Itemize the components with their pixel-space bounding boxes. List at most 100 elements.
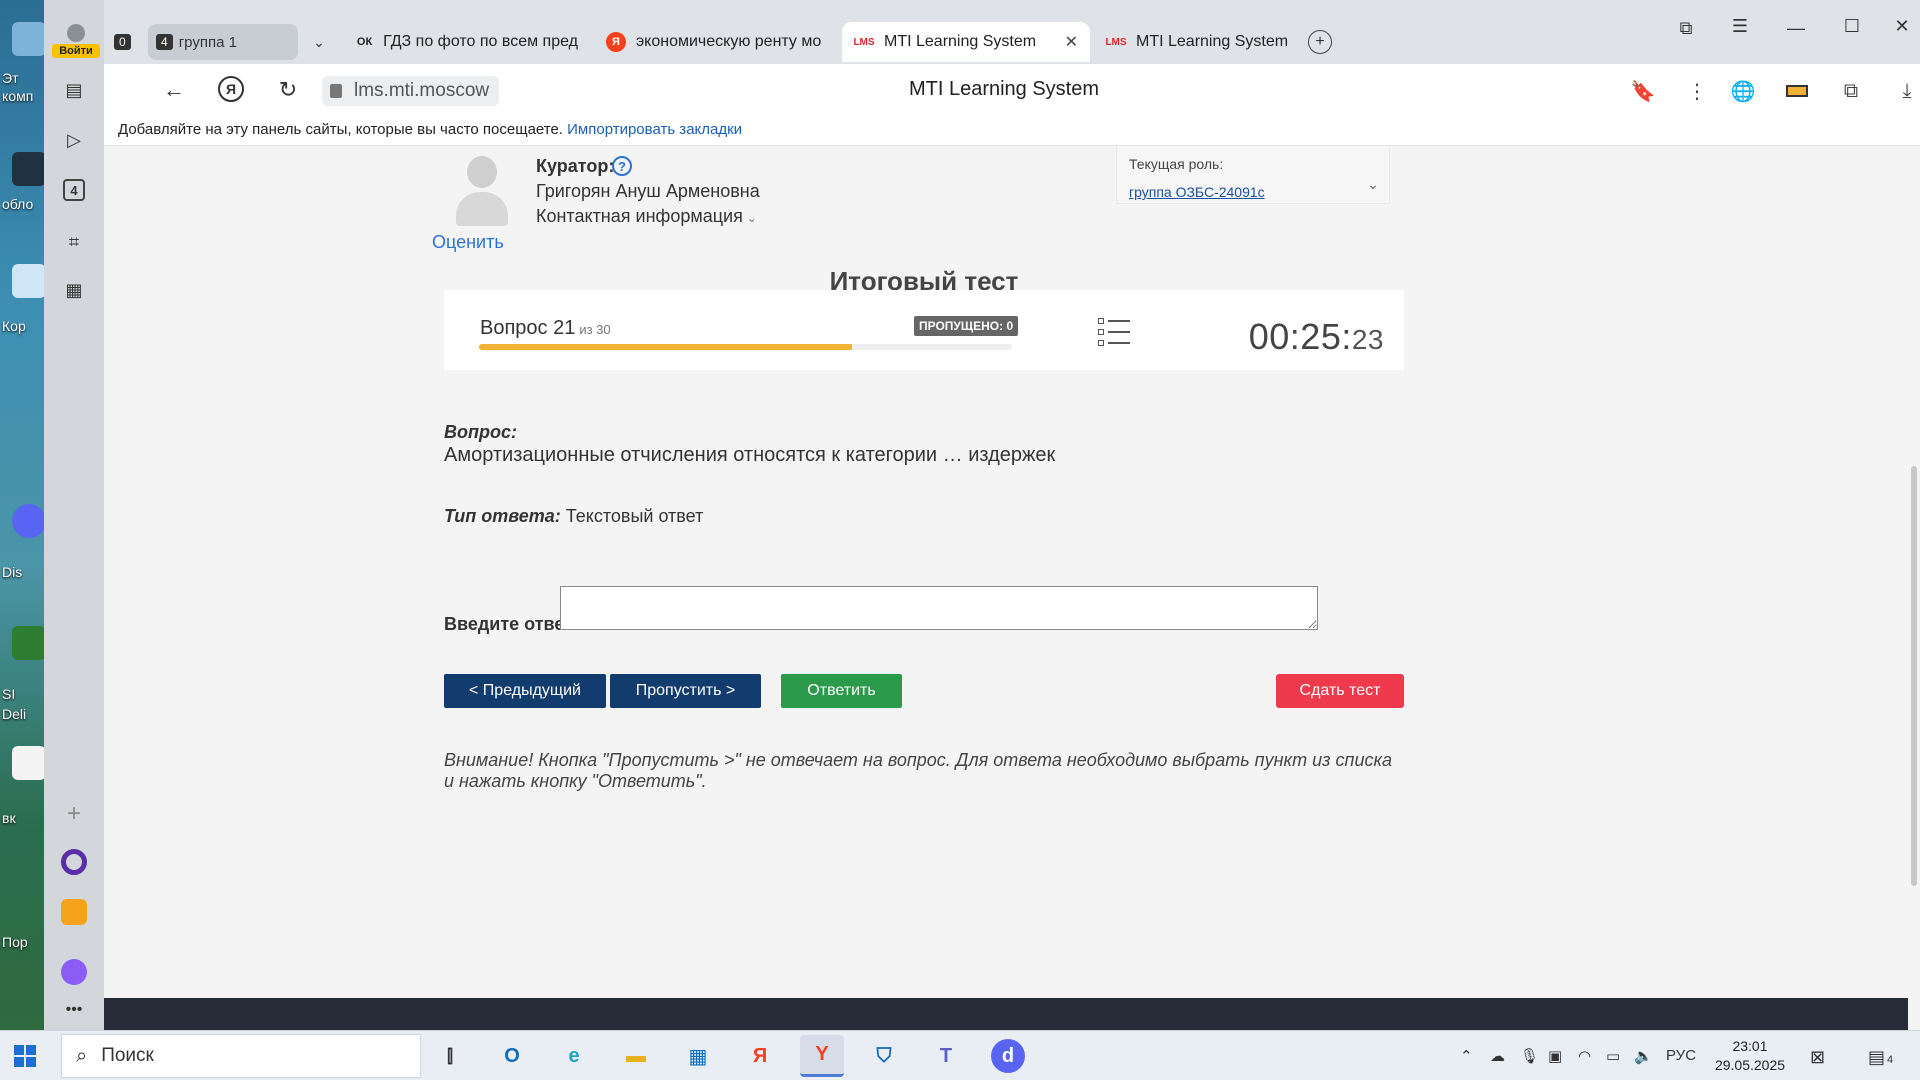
previous-button[interactable]: < Предыдущий	[444, 674, 606, 708]
contact-info-toggle[interactable]: Контактная информация ⌄	[536, 206, 757, 227]
answer-input[interactable]	[560, 586, 1318, 630]
assistant-icon[interactable]	[60, 958, 88, 986]
alice-icon[interactable]	[60, 848, 88, 876]
camera-icon[interactable]: ▣	[1548, 1047, 1562, 1065]
outlook-icon[interactable]: O	[490, 1035, 534, 1077]
login-button[interactable]: Войти	[52, 24, 100, 60]
maximize-icon[interactable]: ☐	[1840, 14, 1864, 38]
kebab-menu-icon[interactable]: ⋮	[1684, 78, 1710, 104]
desktop-label-3: обло	[2, 196, 34, 212]
progress-fill	[479, 344, 853, 350]
role-value[interactable]: группа ОЗБС-24091с	[1129, 184, 1265, 200]
notification-count: 4	[1887, 1054, 1894, 1066]
battery-saver-icon[interactable]	[1784, 78, 1810, 104]
close-tab-icon[interactable]: ✕	[1065, 32, 1078, 52]
teams-icon[interactable]: T	[924, 1035, 968, 1077]
address-bar: ← Я ↻ lms.mti.moscow MTI Learning System…	[104, 64, 1920, 116]
volume-icon[interactable]: 🔈	[1634, 1047, 1653, 1065]
scrollbar[interactable]	[1908, 146, 1920, 1030]
start-tile	[14, 1057, 24, 1067]
answer-type-label: Тип ответа:	[444, 506, 561, 526]
list-dot	[1098, 340, 1104, 346]
translate-globe-icon[interactable]: 🌐	[1730, 78, 1756, 104]
language-indicator[interactable]: РУС	[1666, 1047, 1696, 1064]
submit-test-button[interactable]: Сдать тест	[1276, 674, 1404, 708]
tray-chevron-icon[interactable]: ⌃	[1460, 1047, 1473, 1065]
battery-icon[interactable]: ▭	[1606, 1047, 1620, 1065]
extensions-icon[interactable]: ⧉	[1838, 78, 1864, 104]
this-pc-icon[interactable]	[12, 22, 44, 56]
tab-bar: 0 4 группа 1 ⌄ ОК ГДЗ по фото по всем пр…	[44, 0, 1920, 64]
add-icon[interactable]: +	[60, 800, 88, 828]
notifications-icon[interactable]: ▤ 4	[1868, 1047, 1893, 1068]
store-icon[interactable]: ▦	[676, 1035, 720, 1077]
tab-counter[interactable]: 0	[106, 24, 145, 60]
answer-type-value: Текстовый ответ	[565, 506, 704, 526]
skip-button[interactable]: Пропустить >	[610, 674, 761, 708]
yandex-app-icon[interactable]: Я	[738, 1035, 782, 1077]
cover-file-icon[interactable]	[12, 152, 44, 186]
close-window-icon[interactable]: ✕	[1890, 14, 1914, 38]
tab-gdz[interactable]: ОК ГДЗ по фото по всем пред	[344, 22, 590, 62]
tab-group-label: группа 1	[178, 33, 237, 51]
wifi-icon[interactable]: ◠	[1578, 1047, 1591, 1065]
scrollbar-thumb[interactable]	[1911, 466, 1917, 886]
tab-mti-active[interactable]: LMS MTI Learning System ✕	[842, 22, 1090, 62]
apps-grid-icon[interactable]: ▦	[60, 276, 88, 304]
recycle-bin-icon[interactable]	[12, 264, 44, 298]
rate-curator-link[interactable]: Оценить	[432, 232, 504, 253]
windows-start-icon[interactable]	[14, 1045, 36, 1067]
vk-desktop-icon[interactable]	[12, 746, 44, 780]
tab-yandex-search[interactable]: Я экономическую ренту мо	[594, 22, 838, 62]
browser-window: 0 4 группа 1 ⌄ ОК ГДЗ по фото по всем пр…	[44, 0, 1920, 1030]
list-line	[1108, 320, 1130, 322]
bookmark-icon[interactable]: 🔖	[1630, 78, 1656, 104]
mail-square-icon	[61, 899, 87, 925]
discord-icon[interactable]: d	[991, 1039, 1025, 1073]
microphone-icon[interactable]: 🎙	[1520, 1047, 1539, 1065]
app-desktop-icon[interactable]	[12, 626, 44, 660]
more-icon[interactable]: •••	[60, 996, 88, 1024]
tab-group-chip[interactable]: 4 группа 1	[148, 24, 298, 60]
edge-icon[interactable]: e	[552, 1035, 596, 1077]
taskbar-search[interactable]: ⌕ Поиск	[61, 1034, 421, 1078]
play-icon[interactable]: ▷	[60, 126, 88, 154]
tab-mti[interactable]: LMS MTI Learning System	[1094, 22, 1344, 62]
minimize-icon[interactable]: —	[1784, 16, 1808, 40]
role-label: Текущая роль:	[1129, 156, 1224, 172]
answer-button[interactable]: Ответить	[781, 674, 902, 708]
screenshot-icon[interactable]: ⌗	[60, 228, 88, 256]
bookmarks-bar: Добавляйте на эту панель сайты, которые …	[104, 116, 1920, 146]
downloads-icon[interactable]: ⤓	[1894, 78, 1920, 104]
defender-icon[interactable]: ⛉	[862, 1035, 906, 1077]
curator-avatar	[452, 156, 512, 228]
menu-icon[interactable]: ☰	[1728, 14, 1752, 38]
tab-label: MTI Learning System	[1136, 33, 1289, 50]
notice-text: Внимание! Кнопка "Пропустить >" не отвеч…	[444, 750, 1392, 791]
collections-icon[interactable]: ⧉	[1674, 16, 1698, 40]
clock[interactable]: 23:01 29.05.2025	[1710, 1037, 1790, 1075]
role-selector[interactable]: Текущая роль: группа ОЗБС-24091с ⌄	[1116, 146, 1390, 204]
task-view-icon[interactable]: ⫿	[428, 1035, 472, 1077]
lms-icon: LMS	[1105, 36, 1127, 48]
new-tab-icon[interactable]: +	[1308, 30, 1332, 54]
bookmarks-rail-icon[interactable]: ▤	[60, 76, 88, 104]
question-number: Вопрос 21 из 30	[480, 317, 611, 340]
file-explorer-icon[interactable]: ▬	[614, 1035, 658, 1077]
mail-icon[interactable]	[60, 898, 88, 926]
skipped-badge: ПРОПУЩЕНО: 0	[914, 316, 1019, 336]
search-placeholder: Поиск	[101, 1045, 154, 1066]
lms-icon: LMS	[853, 36, 875, 48]
question-list-icon[interactable]	[1098, 318, 1130, 348]
rail-badge-item[interactable]: 4	[60, 176, 88, 204]
discord-desktop-icon[interactable]	[12, 504, 44, 538]
focus-assist-icon[interactable]: ⊠	[1810, 1047, 1825, 1068]
help-icon[interactable]: ?	[612, 156, 632, 176]
onedrive-icon[interactable]: ☁	[1490, 1047, 1505, 1065]
import-bookmarks-link[interactable]: Импортировать закладки	[567, 121, 742, 138]
tab-group-chevron-icon[interactable]: ⌄	[302, 24, 336, 60]
tab-label: ГДЗ по фото по всем пред	[383, 33, 578, 50]
question-label: Вопрос 21	[480, 317, 576, 339]
desktop-label-6: SI	[2, 686, 16, 702]
yandex-browser-icon[interactable]: Y	[800, 1035, 844, 1077]
